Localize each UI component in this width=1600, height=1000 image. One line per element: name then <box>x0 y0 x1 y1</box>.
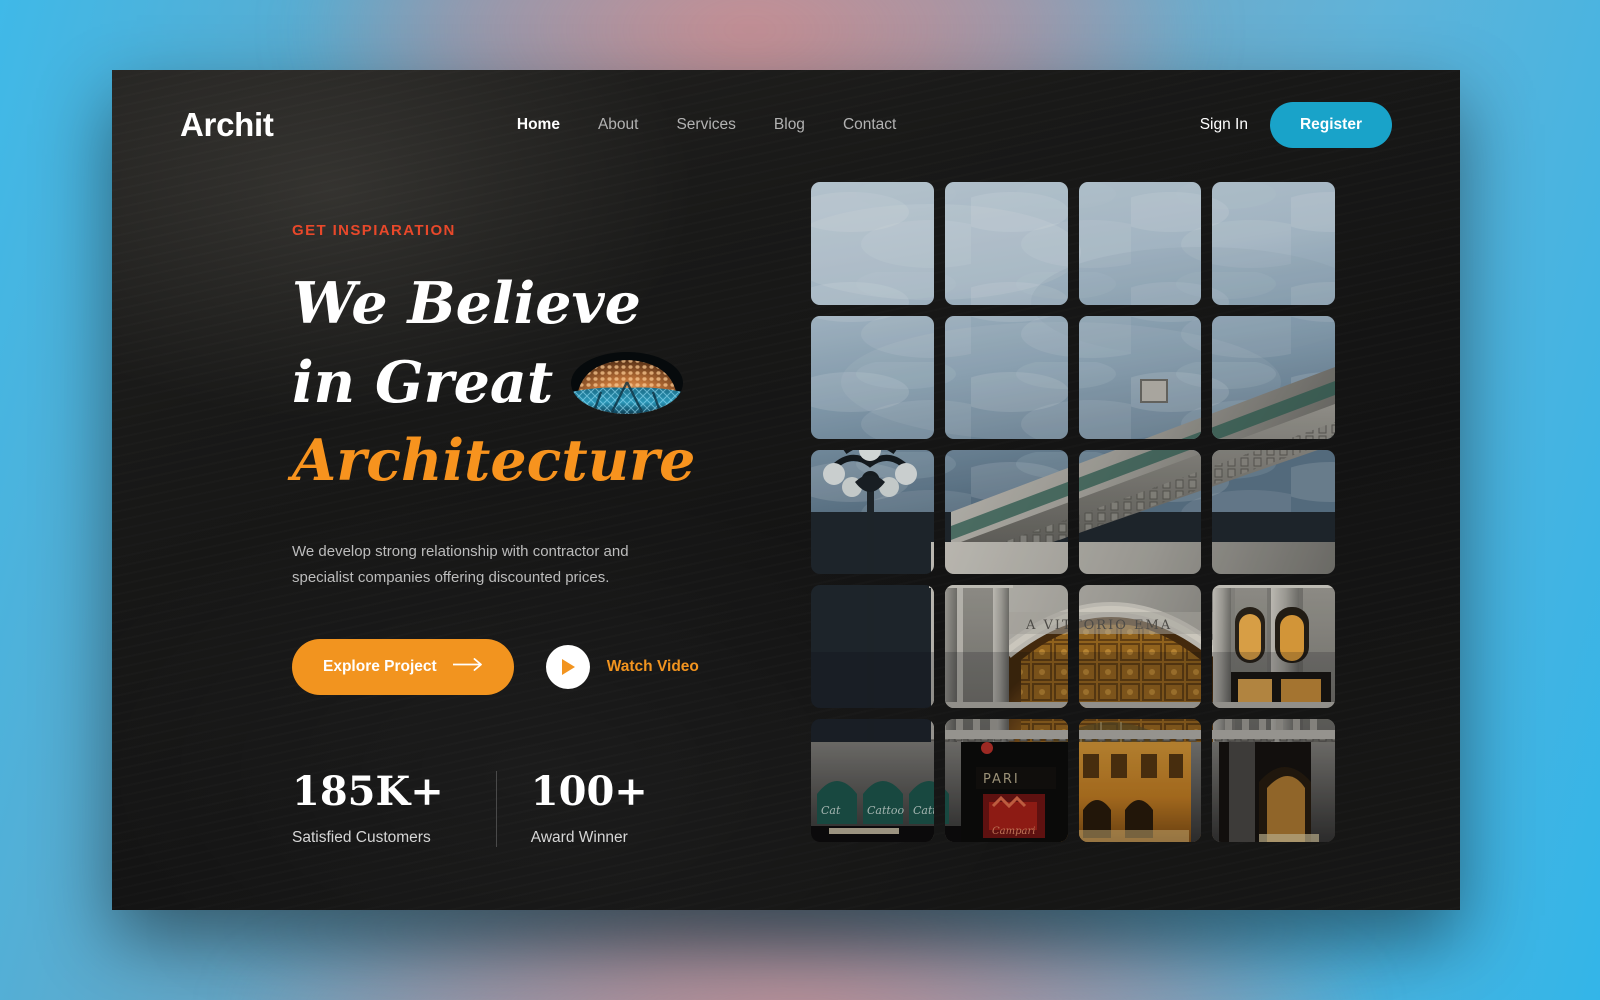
hero-stats: 185K+ Satisfied Customers 100+ Award Win… <box>292 767 812 847</box>
stat-award-winner: 100+ Award Winner <box>495 767 700 847</box>
watch-video-button[interactable]: Watch Video <box>545 644 699 689</box>
hero-card: Archit Home About Services Blog Contact … <box>112 70 1460 910</box>
sign-in-link[interactable]: Sign In <box>1200 116 1248 134</box>
nav-link-about[interactable]: About <box>598 116 639 134</box>
photo-tile[interactable]: A VITTORIO EMA <box>811 718 934 842</box>
watch-video-label: Watch Video <box>606 657 699 675</box>
arrow-right-icon <box>451 657 483 676</box>
background-glow-bottom <box>240 900 1360 1000</box>
nav-link-contact[interactable]: Contact <box>843 116 896 134</box>
explore-project-label: Explore Project <box>323 657 437 675</box>
photo-tile[interactable]: A VITTORIO EMA <box>1078 718 1202 842</box>
photo-tile[interactable]: A VITTORIO EMA <box>944 718 1068 842</box>
photo-tile[interactable]: A VITTORIO EMA <box>811 182 934 306</box>
explore-project-button[interactable]: Explore Project <box>292 638 514 695</box>
headline-text-3: Architecture <box>292 427 696 495</box>
hero-eyebrow: GET INSPIARATION <box>292 222 456 239</box>
play-icon <box>545 644 590 689</box>
photo-tile[interactable]: A VITTORIO EMA <box>811 584 934 708</box>
photo-tile[interactable]: A VITTORIO EMA <box>1212 182 1335 306</box>
register-button[interactable]: Register <box>1269 102 1392 148</box>
stat-value: 185K+ <box>292 767 444 815</box>
stat-value: 100+ <box>530 767 648 815</box>
photo-tile[interactable]: A VITTORIO EMA <box>1212 584 1335 708</box>
photo-tile[interactable]: A VITTORIO EMA <box>1212 718 1335 842</box>
stat-label: Award Winner <box>530 828 628 846</box>
headline-line-1: We Believe <box>292 265 812 344</box>
headline-line-2: in Great <box>292 344 812 423</box>
site-logo[interactable]: Archit <box>180 106 274 144</box>
headline-line-3: Architecture <box>292 422 812 501</box>
photo-tile[interactable]: A VITTORIO EMA <box>944 584 1068 708</box>
photo-tile[interactable]: A VITTORIO EMA <box>944 182 1068 306</box>
photo-tile[interactable]: A VITTORIO EMA <box>811 316 934 440</box>
photo-tile[interactable]: A VITTORIO EMA <box>1212 450 1335 574</box>
headline-text-2: in Great <box>292 348 554 416</box>
hero-cta-row: Explore Project Watch Video <box>292 638 812 695</box>
hero-content: GET INSPIARATION We Believe in Great Arc… <box>292 222 812 847</box>
photo-tile[interactable]: A VITTORIO EMA <box>1078 584 1202 708</box>
nav-link-services[interactable]: Services <box>676 116 735 134</box>
nav-link-blog[interactable]: Blog <box>774 116 805 134</box>
hero-headline: We Believe in Great Architecture <box>292 265 812 501</box>
lattice-dome-photo <box>571 351 684 414</box>
photo-tile[interactable]: A VITTORIO EMA <box>944 450 1068 574</box>
photo-tile[interactable]: A VITTORIO EMA <box>1078 182 1202 306</box>
photo-tile[interactable]: A VITTORIO EMA <box>1078 450 1202 574</box>
photo-tile[interactable]: A VITTORIO EMA <box>1212 316 1335 440</box>
photo-tile[interactable]: A VITTORIO EMA <box>944 316 1068 440</box>
hero-description: We develop strong relationship with cont… <box>292 542 629 586</box>
nav-link-home[interactable]: Home <box>517 116 560 134</box>
photo-tile[interactable]: A VITTORIO EMA <box>811 450 934 574</box>
nav-actions: Sign In Register <box>1200 102 1392 148</box>
photo-tile[interactable]: A VITTORIO EMA <box>1078 316 1202 440</box>
galleria-photo-grid: A VITTORIO EMA Cat Cattoo Catt PARI Camp… <box>811 182 1335 842</box>
stat-label: Satisfied Customers <box>292 828 431 846</box>
main-navbar: Archit Home About Services Blog Contact … <box>112 70 1460 180</box>
stat-satisfied-customers: 185K+ Satisfied Customers <box>292 767 496 847</box>
nav-links: Home About Services Blog Contact <box>517 116 896 134</box>
headline-text-1: We Believe <box>292 270 641 337</box>
